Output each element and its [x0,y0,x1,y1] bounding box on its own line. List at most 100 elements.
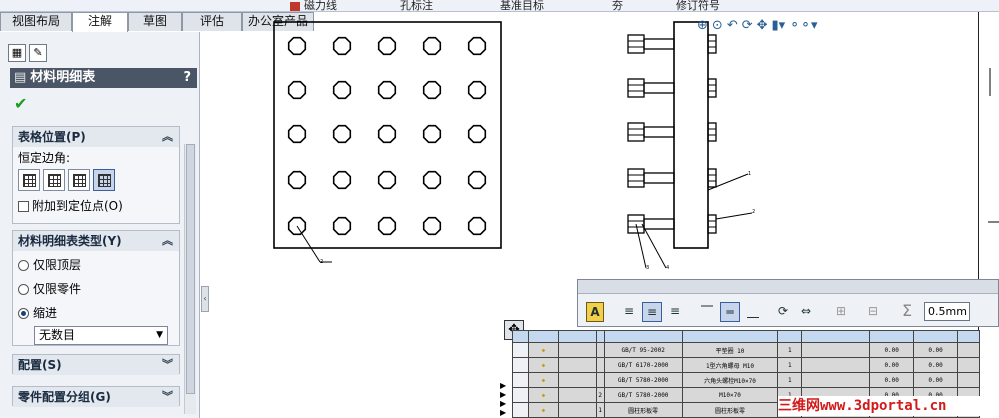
hole-octagon[interactable] [377,80,397,100]
hole-octagon[interactable] [467,170,487,190]
bom-cell[interactable]: 0.00 [869,357,915,374]
bom-cell[interactable] [512,357,529,374]
balloon-label[interactable]: 1 [748,171,751,177]
bom-cell[interactable]: ◆ [527,357,559,374]
bom-cell[interactable]: ◆ [527,342,559,359]
bom-cell[interactable] [512,402,529,418]
align-bottom-icon[interactable]: ⎽ [744,302,762,322]
bom-cell[interactable]: ◆ [527,402,559,418]
hole-octagon[interactable] [377,170,397,190]
border-width-input[interactable]: 0.5mm [924,302,970,321]
bom-cell[interactable] [595,357,605,374]
bom-header-cell[interactable] [681,329,779,344]
bom-cell[interactable]: 0.00 [869,342,915,359]
align-left-icon[interactable]: ≡ [620,302,638,322]
bom-header-cell[interactable] [777,329,803,344]
bom-cell[interactable] [557,387,597,404]
bom-cell[interactable] [801,372,871,389]
zoom-area-icon[interactable]: ⊙ [712,18,723,33]
merge-cells-icon[interactable]: ⊞ [832,302,850,322]
align-center-icon[interactable]: ≡ [642,302,662,322]
hole-octagon[interactable] [422,170,442,190]
hole-octagon[interactable] [467,36,487,56]
bom-cell[interactable]: ◆ [527,387,559,404]
bom-cell[interactable]: 六角头螺栓M10×70 [681,372,779,389]
side-view-plate[interactable] [673,21,709,249]
bom-cell[interactable] [512,342,529,359]
bom-row[interactable]: ◆ GB/T 5780-2000 六角头螺栓M10×70 1 0.00 0.00 [512,372,980,389]
hole-octagon[interactable] [332,80,352,100]
hole-octagon[interactable] [332,216,352,236]
bom-header-cell[interactable] [869,329,915,344]
bom-cell[interactable]: 0.00 [913,357,958,374]
bom-cell[interactable] [801,357,871,374]
bom-cell[interactable]: GB/T 95-2002 [603,342,683,359]
hole-octagon[interactable] [422,124,442,144]
unmerge-cells-icon[interactable]: ⊟ [864,302,882,322]
bom-cell[interactable]: GB/T 6170-2000 [603,357,683,374]
align-top-icon[interactable]: ⎺ [698,302,716,322]
bom-row[interactable]: ◆ GB/T 6170-2000 1型六角螺母 M10 1 0.00 0.00 [512,357,980,374]
hole-octagon[interactable] [287,170,307,190]
hole-octagon[interactable] [422,36,442,56]
balloon-label[interactable]: 4 [666,265,669,271]
bom-cell[interactable] [595,372,605,389]
bom-cell[interactable] [557,402,597,418]
bom-cell[interactable] [957,357,980,374]
bom-cell[interactable]: 1 [777,372,803,389]
bom-cell[interactable] [557,357,597,374]
equation-sum-icon[interactable]: Σ [898,302,916,322]
toolbar-titlebar[interactable] [578,280,998,294]
bom-header-cell[interactable] [557,329,597,344]
hole-octagon[interactable] [422,216,442,236]
bom-cell[interactable]: 1 [777,342,803,359]
hole-octagon[interactable] [422,80,442,100]
hole-octagon[interactable] [467,80,487,100]
bom-cell[interactable] [957,372,980,389]
hole-octagon[interactable] [332,170,352,190]
display-style-icon[interactable]: ▮▾ [772,18,786,33]
bom-cell[interactable]: M10×70 [681,387,779,404]
bom-row[interactable]: ◆ GB/T 95-2002 平垫圈 10 1 0.00 0.00 [512,342,980,359]
hole-octagon[interactable] [467,124,487,144]
rebuild-icon[interactable]: ⟳ [742,18,753,33]
bom-cell[interactable]: ◆ [527,372,559,389]
hole-octagon[interactable] [332,124,352,144]
text-rotate-icon[interactable]: ⟳ [774,302,792,322]
balloon-label[interactable]: 2 [752,209,755,215]
front-view-plate[interactable] [273,21,502,249]
balloon-label[interactable]: 3 [646,265,649,271]
hole-octagon[interactable] [377,216,397,236]
bom-cell[interactable]: 2 [595,387,605,404]
bom-header-cell[interactable] [527,329,559,344]
bom-cell[interactable] [512,387,529,404]
bom-header-cell[interactable] [801,329,871,344]
bom-cell[interactable] [512,372,529,389]
bom-cell[interactable]: 圆柱形板零 [681,402,779,418]
bom-header-cell[interactable] [595,329,605,344]
bom-cell[interactable] [595,342,605,359]
bom-cell[interactable]: GB/T 5780-2000 [603,387,683,404]
bom-header-row[interactable] [512,329,980,344]
align-right-icon[interactable]: ≡ [666,302,684,322]
bom-header-cell[interactable] [512,329,529,344]
bom-cell[interactable] [557,372,597,389]
bom-cell[interactable]: 圆柱形板零 [603,402,683,418]
bom-cell[interactable]: 0.00 [913,372,958,389]
hole-octagon[interactable] [377,36,397,56]
hole-octagon[interactable] [287,36,307,56]
bom-cell[interactable]: 1 [777,357,803,374]
bom-cell[interactable]: 0.00 [869,372,915,389]
balloon-label[interactable]: 2 [320,259,323,265]
bom-cell[interactable]: 1型六角螺母 M10 [681,357,779,374]
hole-octagon[interactable] [287,80,307,100]
bom-cell[interactable] [557,342,597,359]
font-button[interactable]: A [586,302,604,322]
bom-cell[interactable]: 1 [595,402,605,418]
bom-cell[interactable] [957,342,980,359]
previous-view-icon[interactable]: ↶ [727,18,738,33]
hole-octagon[interactable] [332,36,352,56]
row-expand-arrows[interactable]: ▶ ▶ ▶ ▶ [500,381,512,417]
hole-octagon[interactable] [467,216,487,236]
zoom-to-fit-icon[interactable]: ⊕ [697,18,708,33]
